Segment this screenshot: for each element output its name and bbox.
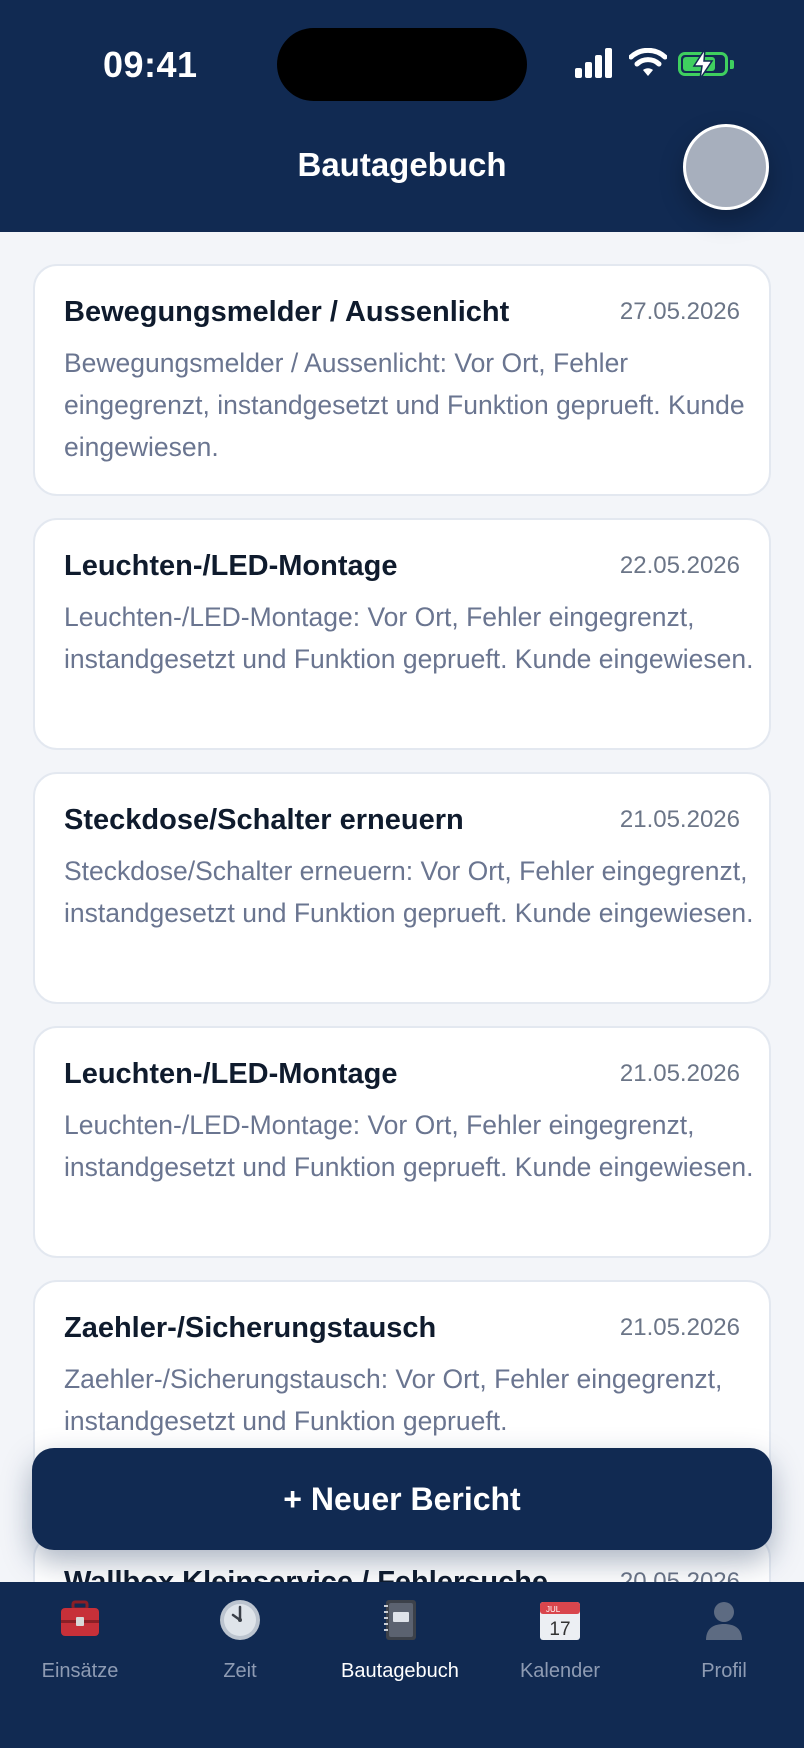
report-date: 21.05.2026 <box>619 806 740 833</box>
report-date: 21.05.2026 <box>619 1060 740 1087</box>
tab-label: Zeit <box>223 1660 257 1682</box>
wifi-icon <box>629 48 667 76</box>
dynamic-island <box>277 28 527 101</box>
charging-bolt-icon <box>692 48 714 80</box>
toolbox-icon <box>61 1600 99 1636</box>
report-card[interactable]: Bewegungsmelder / Aussenlicht 27.05.2026 B… <box>33 264 771 496</box>
battery-cap <box>730 60 734 69</box>
tab-kalender[interactable]: JUL 17 Kalender <box>480 1598 640 1698</box>
report-title: Bewegungsmelder / Aussenlicht <box>64 296 510 328</box>
report-description: Zaehler-/Sicherungstausch: Vor Ort, Fehl… <box>64 1364 723 1436</box>
cellular-signal-icon <box>575 48 615 78</box>
report-description: Leuchten-/LED-Montage: Vor Ort, Fehler e… <box>64 602 754 674</box>
report-title: Leuchten-/LED-Montage <box>64 550 398 582</box>
avatar[interactable] <box>683 124 769 210</box>
report-title: Leuchten-/LED-Montage <box>64 1058 398 1090</box>
tab-einsaetze[interactable]: Einsätze <box>0 1598 160 1698</box>
report-title: Zaehler-/Sicherungstausch <box>64 1312 437 1344</box>
clock-icon <box>220 1600 260 1640</box>
report-card[interactable]: Steckdose/Schalter erneuern 21.05.2026 Ste… <box>33 772 771 1004</box>
report-title: Steckdose/Schalter erneuern <box>64 804 464 836</box>
tab-profil[interactable]: Profil <box>644 1598 804 1698</box>
calendar-month: JUL <box>546 1605 561 1614</box>
tab-bautagebuch[interactable]: Bautagebuch <box>320 1598 480 1698</box>
notebook-icon <box>384 1600 416 1640</box>
person-icon <box>706 1602 742 1640</box>
tab-label: Bautagebuch <box>341 1660 459 1682</box>
calendar-icon: JUL 17 <box>540 1602 580 1640</box>
report-description: Bewegungsmelder / Aussenlicht: Vor Ort, … <box>64 348 745 462</box>
tab-bar: Einsätze Zeit Bautagebuch JUL 17 Kalende… <box>0 1582 804 1748</box>
app-header: 09:41 Bautagebuch <box>0 0 804 232</box>
report-date: 22.05.2026 <box>619 552 740 579</box>
status-time: 09:41 <box>103 44 198 85</box>
tab-label: Profil <box>701 1660 747 1682</box>
report-date: 21.05.2026 <box>619 1314 740 1341</box>
tab-zeit[interactable]: Zeit <box>160 1598 320 1698</box>
report-date: 27.05.2026 <box>619 298 740 325</box>
report-title: Wallbox Kleinservice / Fehlersuche <box>64 1566 549 1582</box>
tab-label: Kalender <box>519 1660 601 1682</box>
calendar-day: 17 <box>549 1619 570 1640</box>
report-description: Leuchten-/LED-Montage: Vor Ort, Fehler e… <box>64 1110 754 1182</box>
report-description: Steckdose/Schalter erneuern: Vor Ort, Fe… <box>64 856 754 928</box>
report-date: 20.05.2026 <box>619 1568 740 1582</box>
report-list[interactable]: Bewegungsmelder / Aussenlicht 27.05.2026 B… <box>0 232 804 1582</box>
report-card[interactable]: Leuchten-/LED-Montage 22.05.2026 Leuchten-… <box>33 518 771 750</box>
new-report-button[interactable]: + Neuer Bericht <box>32 1448 772 1550</box>
tab-label: Einsätze <box>41 1660 119 1682</box>
report-card[interactable]: Leuchten-/LED-Montage 21.05.2026 Leuchten-… <box>33 1026 771 1258</box>
